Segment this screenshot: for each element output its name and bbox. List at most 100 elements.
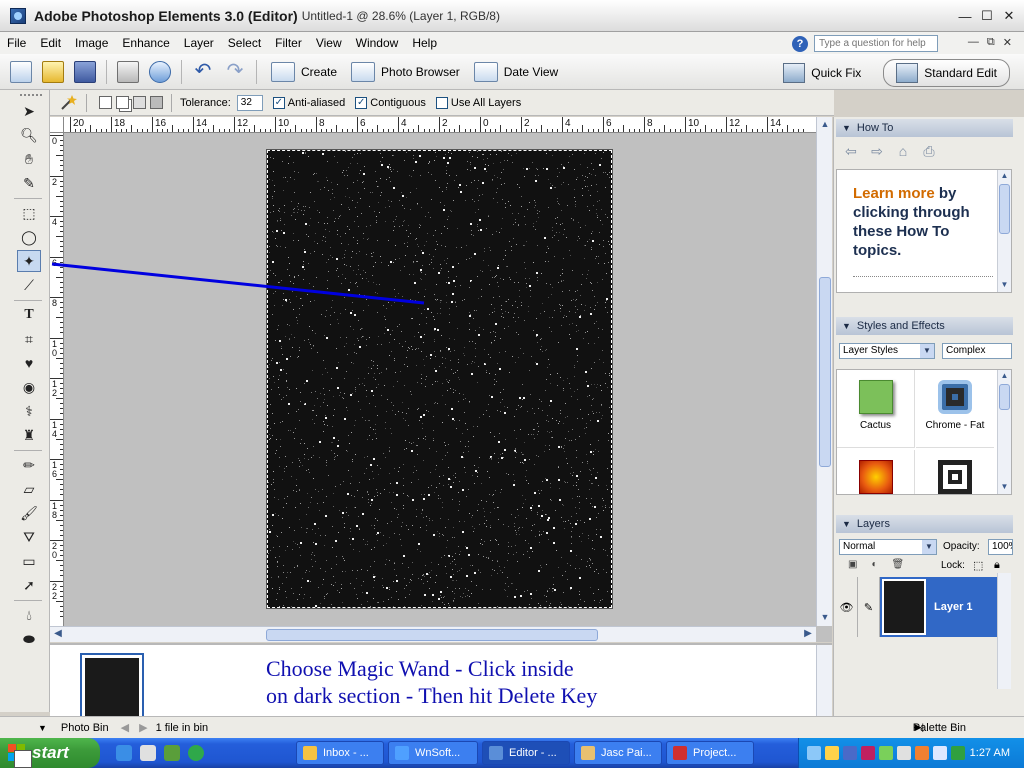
- ruler-origin[interactable]: [50, 117, 64, 133]
- style-item[interactable]: [916, 450, 994, 494]
- forward-arrow-icon[interactable]: ⇨: [868, 143, 886, 159]
- use-all-layers-checkbox[interactable]: Use All Layers: [435, 96, 521, 109]
- tray-app-icon[interactable]: [915, 746, 929, 760]
- zoom-tool-icon[interactable]: 🔍︎: [17, 124, 41, 146]
- quick-fix-button[interactable]: Quick Fix: [771, 60, 873, 86]
- move-tool-icon[interactable]: ➤: [17, 100, 41, 122]
- magic-wand-tool-icon[interactable]: ✦: [17, 250, 41, 272]
- menu-layer[interactable]: Layer: [177, 36, 221, 50]
- help-icon[interactable]: ?: [792, 35, 808, 52]
- tolerance-input[interactable]: [236, 94, 263, 111]
- red-eye-tool-icon[interactable]: ◉: [17, 376, 41, 398]
- styles-effects-palette-header[interactable]: ▼ Styles and Effects: [836, 317, 1013, 335]
- anti-aliased-checkbox[interactable]: ✓ Anti-aliased: [272, 96, 345, 109]
- taskbar-item-inbox[interactable]: Inbox - ...: [296, 741, 384, 765]
- help-search-input[interactable]: [814, 35, 938, 52]
- how-to-scrollbar[interactable]: ▲ ▼: [997, 170, 1011, 292]
- pencil-tool-icon[interactable]: ✏: [17, 454, 41, 476]
- visibility-eye-icon[interactable]: 👁︎: [836, 577, 858, 637]
- lasso-tool-icon[interactable]: ◯: [17, 226, 41, 248]
- taskbar-item-jasc[interactable]: Jasc Pai...: [574, 741, 662, 765]
- new-selection-icon[interactable]: [99, 96, 112, 109]
- doc-minimize-icon[interactable]: —: [968, 36, 979, 49]
- image-canvas[interactable]: [266, 149, 613, 609]
- taskbar-item-wnsoft[interactable]: WnSoft...: [388, 741, 478, 765]
- layers-palette-header[interactable]: ▼ Layers: [836, 515, 1013, 533]
- new-layer-icon[interactable]: ▣: [848, 559, 857, 570]
- palette-bin-label[interactable]: Palette Bin: [913, 722, 966, 734]
- photoshop-app-icon[interactable]: [10, 7, 26, 24]
- styles-scroll-thumb[interactable]: [999, 384, 1010, 410]
- scroll-down-icon[interactable]: ▼: [999, 280, 1010, 291]
- foreground-color-swatch[interactable]: [14, 750, 32, 768]
- subtract-selection-icon[interactable]: [133, 96, 146, 109]
- layer-brush-icon[interactable]: ✎: [858, 577, 880, 637]
- shape-tool-icon[interactable]: ➚: [17, 574, 41, 596]
- menu-view[interactable]: View: [309, 36, 349, 50]
- horizontal-scroll-thumb[interactable]: [266, 629, 598, 641]
- open-folder-icon[interactable]: [42, 60, 64, 83]
- vertical-scroll-thumb[interactable]: [819, 277, 831, 467]
- scroll-down-icon[interactable]: ▼: [999, 482, 1010, 493]
- doc-restore-icon[interactable]: ⧉: [987, 36, 995, 49]
- cookie-cutter-tool-icon[interactable]: ♥: [17, 352, 41, 374]
- email-icon[interactable]: [149, 60, 171, 83]
- scroll-up-icon[interactable]: ▲: [999, 171, 1010, 182]
- taskbar-item-project[interactable]: Project...: [666, 741, 754, 765]
- doc-close-icon[interactable]: ✕: [1003, 36, 1012, 49]
- toolbox-grip[interactable]: [20, 94, 42, 96]
- menu-help[interactable]: Help: [405, 36, 444, 50]
- messenger-icon[interactable]: [188, 745, 204, 761]
- menu-select[interactable]: Select: [221, 36, 268, 50]
- home-icon[interactable]: ⌂: [894, 143, 912, 159]
- media-player-icon[interactable]: [164, 745, 180, 761]
- layers-scrollbar[interactable]: [997, 573, 1011, 689]
- style-item-chrome-fat[interactable]: Chrome - Fat: [916, 370, 994, 448]
- menu-enhance[interactable]: Enhance: [115, 36, 176, 50]
- tray-app-icon[interactable]: [897, 746, 911, 760]
- how-to-palette-header[interactable]: ▼ How To: [836, 119, 1013, 137]
- scroll-up-icon[interactable]: ▲: [999, 371, 1010, 382]
- menu-image[interactable]: Image: [68, 36, 115, 50]
- photo-browser-button[interactable]: Photo Browser: [351, 61, 460, 82]
- style-item-cactus[interactable]: Cactus: [837, 370, 915, 448]
- create-button[interactable]: Create: [271, 61, 337, 82]
- opacity-input[interactable]: 100%: [988, 539, 1013, 555]
- save-icon[interactable]: [74, 60, 96, 83]
- magic-wand-options-icon[interactable]: [58, 94, 78, 112]
- scroll-down-icon[interactable]: ▼: [819, 612, 831, 624]
- layer-row-layer-1[interactable]: 👁︎ ✎ Layer 1: [836, 577, 998, 637]
- bin-toggle-icon[interactable]: ▼: [38, 723, 47, 733]
- lock-transparency-icon[interactable]: ⬚: [973, 559, 983, 572]
- style-library-select[interactable]: Complex: [942, 343, 1012, 359]
- scroll-right-icon[interactable]: ▶: [802, 628, 814, 640]
- type-tool-icon[interactable]: T: [17, 304, 41, 326]
- print-icon[interactable]: ⎙: [920, 143, 938, 159]
- photo-bin-label[interactable]: Photo Bin: [61, 722, 109, 734]
- date-view-button[interactable]: Date View: [473, 61, 558, 82]
- style-category-select[interactable]: Layer Styles ▼: [839, 343, 935, 359]
- tray-app-icon[interactable]: [807, 746, 821, 760]
- style-item[interactable]: [837, 450, 915, 494]
- minimize-icon[interactable]: —: [956, 7, 974, 25]
- gradient-tool-icon[interactable]: ▭: [17, 550, 41, 572]
- contiguous-checkbox[interactable]: ✓ Contiguous: [355, 96, 426, 109]
- close-icon[interactable]: ✕: [1000, 7, 1018, 25]
- photo-bin-thumbnail[interactable]: [80, 653, 144, 721]
- selection-brush-tool-icon[interactable]: ⟋: [17, 274, 41, 296]
- eyedropper-tool-icon[interactable]: ✎: [17, 172, 41, 194]
- previous-icon[interactable]: ◀: [121, 721, 129, 734]
- eraser-tool-icon[interactable]: ▱: [17, 478, 41, 500]
- tray-app-icon[interactable]: [843, 746, 857, 760]
- crop-tool-icon[interactable]: ⌗: [17, 328, 41, 350]
- how-to-scroll-thumb[interactable]: [999, 184, 1010, 234]
- menu-edit[interactable]: Edit: [33, 36, 68, 50]
- photo-bin-scrollbar[interactable]: [816, 645, 832, 718]
- blur-tool-icon[interactable]: 💧︎: [17, 604, 41, 626]
- vertical-scrollbar[interactable]: ▲ ▼: [816, 117, 832, 626]
- internet-explorer-icon[interactable]: [116, 745, 132, 761]
- next-icon[interactable]: ▶: [139, 721, 147, 734]
- intersect-selection-icon[interactable]: [150, 96, 163, 109]
- trash-icon[interactable]: 🗑︎: [892, 559, 905, 570]
- horizontal-scrollbar[interactable]: ◀ ▶: [50, 626, 816, 642]
